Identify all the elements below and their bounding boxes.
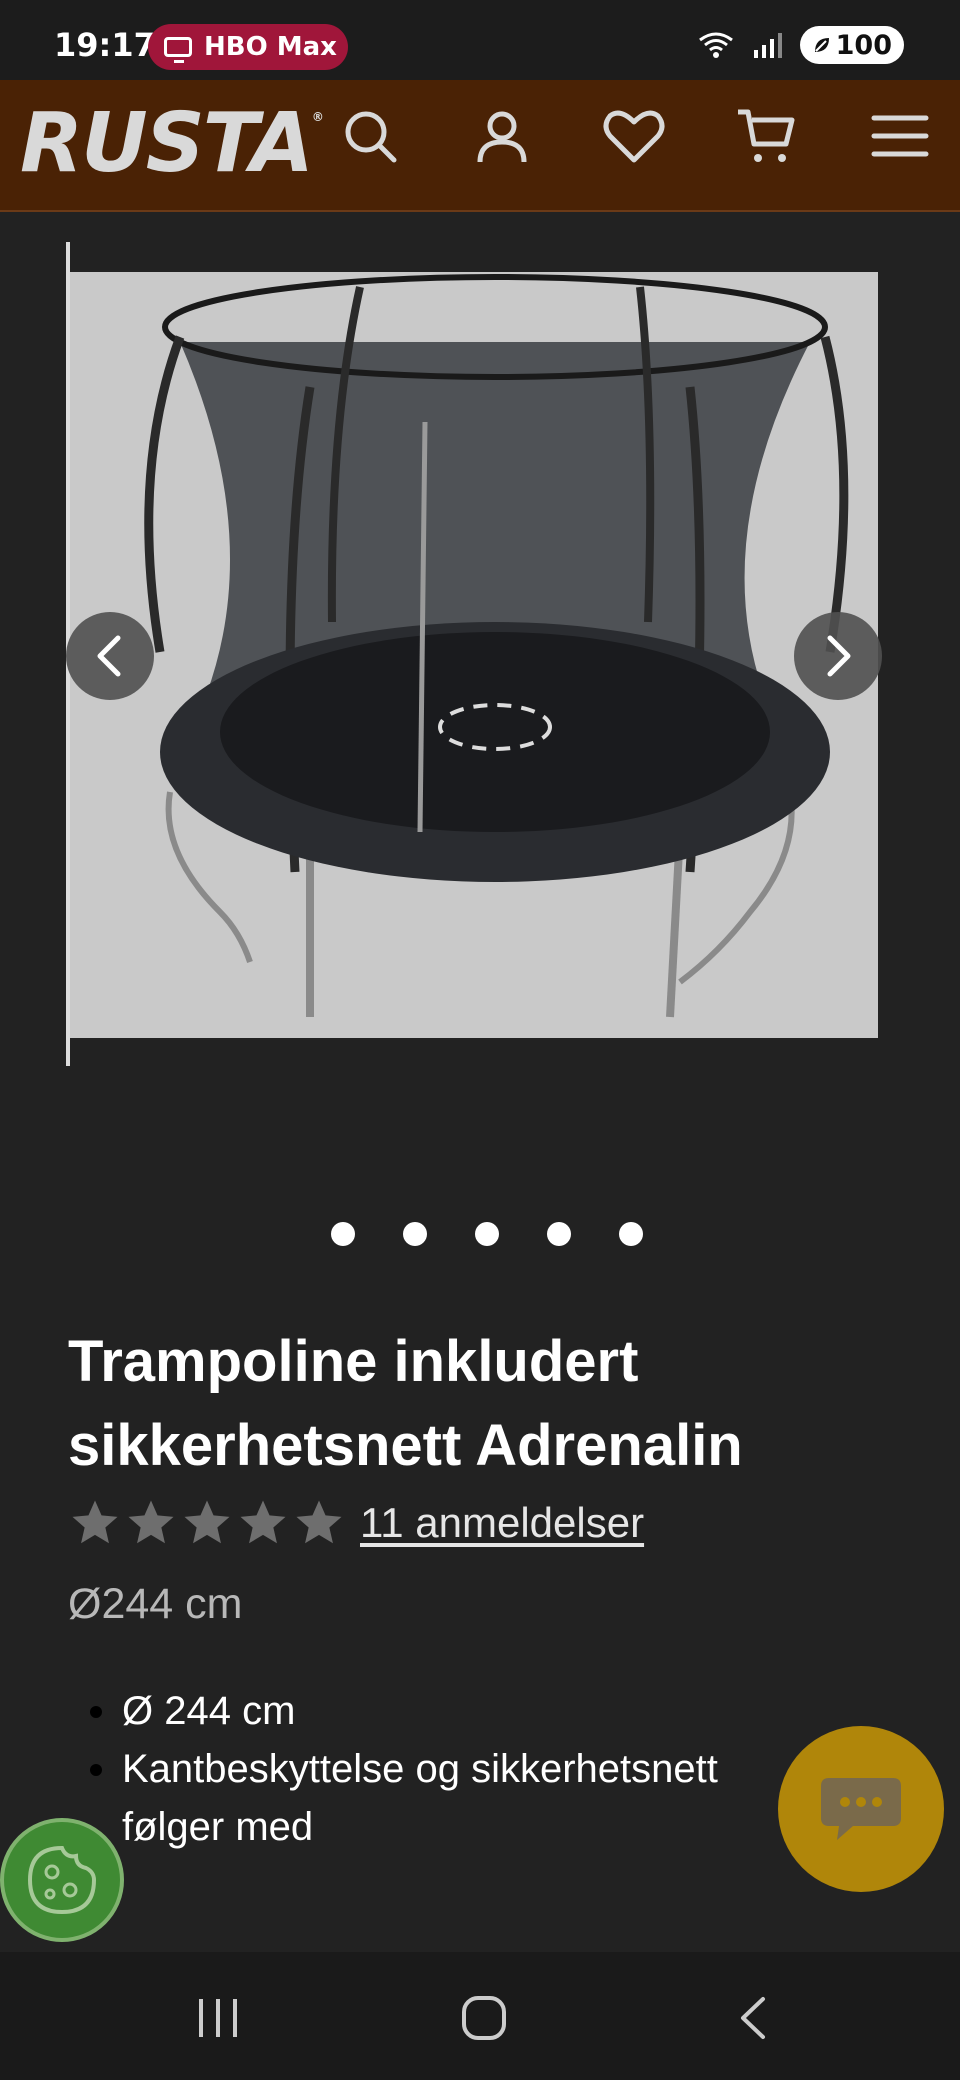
trampoline-image[interactable] (70, 272, 878, 1038)
feature-item: Kantbeskyttelse og sikkerhetsnett følger… (86, 1740, 786, 1856)
signal-icon (753, 33, 782, 58)
search-icon[interactable] (334, 100, 406, 172)
feature-list: Ø 244 cm Kantbeskyttelse og sikkerhetsne… (86, 1682, 786, 1856)
rating-stars (68, 1496, 346, 1550)
product-title-line-2: sikkerhetsnett Adrenalin (68, 1413, 743, 1478)
status-indicators: 100 (696, 26, 904, 64)
next-image-button[interactable] (794, 612, 882, 700)
cookie-consent-button[interactable] (0, 1818, 124, 1942)
chat-button[interactable] (778, 1726, 944, 1892)
home-icon (462, 1996, 506, 2040)
reviews-link[interactable]: 11 anmeldelser (360, 1499, 644, 1547)
chat-icon (821, 1778, 901, 1840)
product-rating: 11 anmeldelser (68, 1496, 644, 1550)
wifi-icon (698, 32, 733, 58)
notification-pill[interactable]: HBO Max (148, 24, 348, 70)
rusta-logo[interactable]: RUSTA® (20, 96, 324, 191)
heart-icon[interactable] (598, 100, 670, 172)
site-header: RUSTA® (0, 80, 960, 212)
star-icon (240, 1500, 286, 1544)
star-icon (128, 1500, 174, 1544)
battery-saver-icon (814, 38, 829, 52)
chevron-right-icon (827, 635, 851, 677)
gallery-dot-4[interactable] (547, 1222, 571, 1246)
feature-item: Ø 244 cm (86, 1682, 786, 1740)
star-icon (296, 1500, 342, 1544)
gallery-dot-1[interactable] (331, 1222, 355, 1246)
account-icon[interactable] (466, 100, 538, 172)
gallery-dot-3[interactable] (475, 1222, 499, 1246)
gallery-dot-5[interactable] (619, 1222, 643, 1246)
tv-icon (164, 37, 192, 63)
cookie-icon (27, 1845, 97, 1915)
star-icon (184, 1500, 230, 1544)
product-title: Trampoline inkludert sikkerhetsnett Adre… (68, 1320, 888, 1488)
previous-image-button[interactable] (66, 612, 154, 700)
gallery-dot-2[interactable] (403, 1222, 427, 1246)
product-title-line-1: Trampoline inkludert (68, 1329, 639, 1394)
recent-apps-icon (199, 1999, 237, 2037)
home-button[interactable] (452, 1986, 516, 2050)
star-icon (72, 1500, 118, 1544)
chevron-left-icon (97, 635, 121, 677)
logo-mark: ® (311, 110, 324, 124)
cart-icon[interactable] (730, 100, 802, 172)
battery-level: 100 (835, 29, 892, 61)
back-button[interactable] (722, 1986, 786, 2050)
back-icon (741, 1997, 765, 2039)
battery-indicator: 100 (799, 26, 904, 64)
product-size: Ø244 cm (68, 1580, 243, 1628)
system-navigation-bar (0, 1952, 960, 2080)
notification-label: HBO Max (204, 32, 337, 62)
status-time: 19:17 (54, 26, 156, 64)
recent-apps-button[interactable] (186, 1986, 250, 2050)
logo-text: RUSTA (20, 96, 314, 191)
menu-icon[interactable] (864, 100, 936, 172)
gallery-dots (0, 1222, 960, 1246)
status-bar: 19:17 HBO Max 100 (0, 0, 960, 80)
